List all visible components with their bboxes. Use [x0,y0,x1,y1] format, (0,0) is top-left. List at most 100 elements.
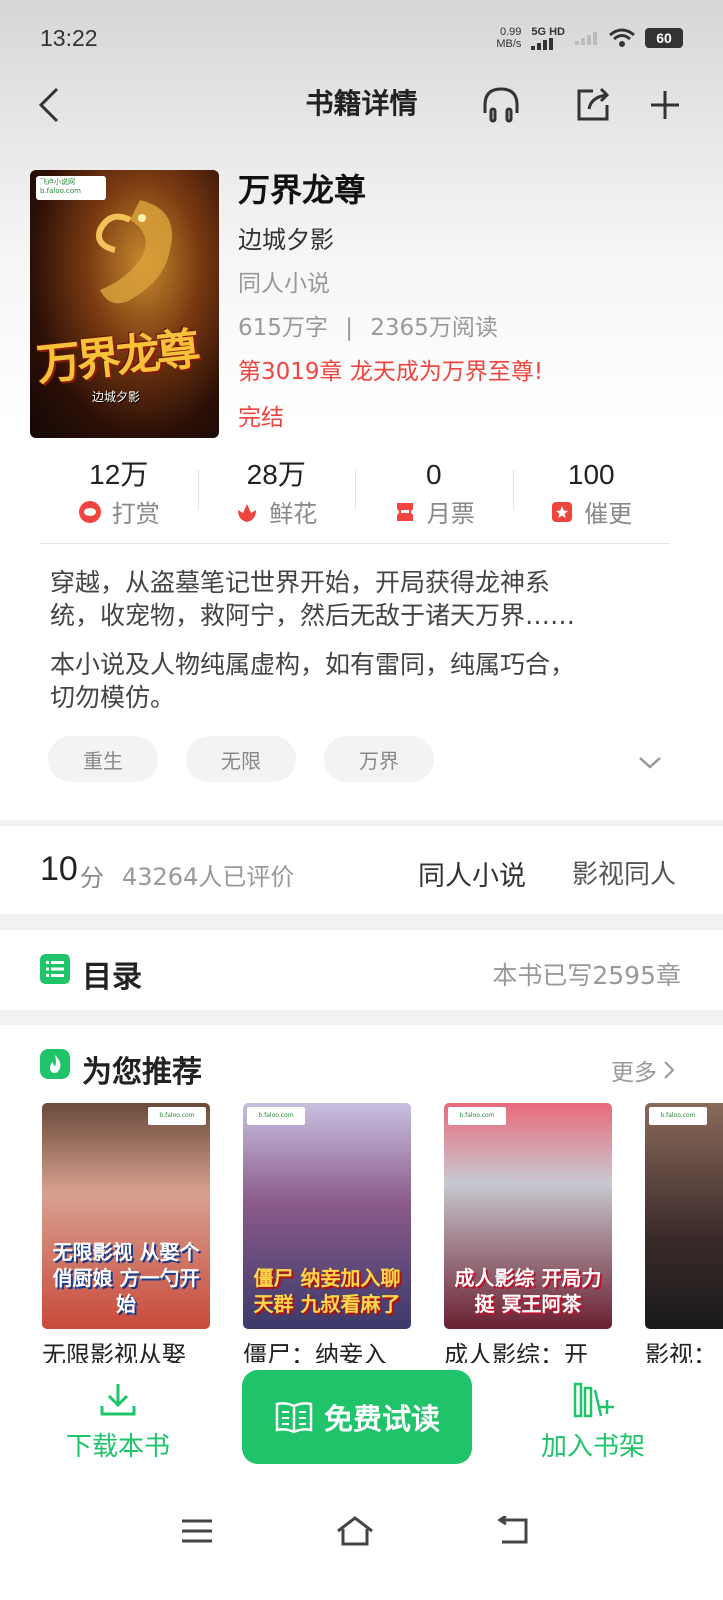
flower-icon [238,503,257,522]
recommend-item[interactable]: b.faloo.com 无限影视 从娶个俏厨娘 方一勺开始 无限影视从娶 [42,1103,210,1363]
nav-bar: 书籍详情 [0,76,723,132]
site-logo-icon: b.faloo.com [448,1107,506,1125]
add-button[interactable] [642,82,688,128]
back-nav-button[interactable] [488,1506,538,1556]
chevron-right-icon [664,1061,675,1079]
chapter-count: 本书已写2595章 [492,961,681,990]
system-nav-bar [0,1480,723,1600]
share-icon [577,87,610,121]
recommend-name: 僵尸：纳妾入 [243,1341,387,1363]
site-logo-icon: b.faloo.com [148,1107,206,1125]
synopsis-line: 统，收宠物，救阿宁，然后无敌于诸天万界…… [50,601,576,630]
book-status: 完结 [238,405,284,431]
counter-label: 月票 [426,500,475,528]
recommend-cover: b.faloo.com 成人影综 开局力挺 冥王阿茶 [444,1103,612,1329]
book-header: 飞卢小说网 b.faloo.com 万界龙尊 边城夕影 万界龙尊 边城夕影 同人… [30,170,693,440]
expand-tags-button[interactable] [636,750,664,774]
urge-update-icon [552,501,573,522]
free-read-label: 免费试读 [323,1402,440,1436]
counter-value: 0 [425,459,442,490]
recommend-cover-text: 成人影综 开局力挺 冥王阿茶 [454,1266,602,1316]
recommend-cover-text: 僵尸 纳妾加入聊天群 九叔看麻了 [253,1266,401,1316]
book-title: 万界龙尊 [238,171,367,209]
recommend-item[interactable]: b.faloo.com 僵尸 纳妾加入聊天群 九叔看麻了 僵尸：纳妾入 [243,1103,411,1363]
more-label: 更多 [611,1060,657,1086]
listen-button[interactable] [478,82,524,128]
flame-icon [40,1049,70,1079]
reward-icon [78,500,101,523]
support-counters: 12万 打赏 28万 鲜花 0 月票 100 催更 [40,458,670,544]
bottom-action-bar: 下载本书 免费试读 加入书架 [0,1370,723,1480]
book-cover[interactable]: 飞卢小说网 b.faloo.com 万界龙尊 边城夕影 [30,170,219,438]
recommend-cover-text: 无限影视 从娶个俏厨娘 方一勺开始 [52,1240,200,1316]
recommend-item[interactable]: b.faloo.com 成人影综 开局力挺 冥王阿茶 成人影综：开 [444,1103,612,1363]
counter-value: 12万 [89,459,149,490]
add-to-shelf-label: 加入书架 [540,1432,645,1462]
recommend-item[interactable]: b.faloo.com 影视： [645,1103,723,1363]
add-icon [651,91,679,119]
signal-icon: 5G HD [531,26,565,50]
counter-flower[interactable]: 28万 鲜花 [197,458,356,543]
counter-label: 鲜花 [269,500,318,528]
open-book-icon [275,1402,313,1434]
category-tag[interactable]: 同人小说 [418,854,526,893]
recommend-section: 为您推荐 更多 b.faloo.com 无限影视 从娶个俏厨娘 方一勺开始 无限… [0,1025,723,1385]
synopsis-line: 穿越，从盗墓笔记世界开始，开局获得龙神系 [50,568,551,597]
download-icon [100,1384,136,1416]
return-icon [497,1516,528,1544]
synopsis[interactable]: 穿越，从盗墓笔记世界开始，开局获得龙神系 统，收宠物，救阿宁，然后无敌于诸天万界… [50,566,680,632]
recommend-cover: b.faloo.com [645,1103,723,1329]
counter-urge-update[interactable]: 100 催更 [512,458,671,543]
book-genre[interactable]: 同人小说 [238,264,688,308]
menu-button[interactable] [172,1506,222,1556]
bookshelf-add-icon [573,1382,614,1418]
site-logo-icon: b.faloo.com [247,1107,305,1125]
network-speed-value: 0.99 [499,26,522,38]
share-button[interactable] [570,82,616,128]
home-icon [337,1516,373,1546]
counter-monthly-ticket[interactable]: 0 月票 [355,458,513,543]
cover-author: 边城夕影 [92,390,141,404]
recommend-cover: b.faloo.com 无限影视 从娶个俏厨娘 方一勺开始 [42,1103,210,1329]
add-to-shelf-button[interactable]: 加入书架 [528,1380,658,1463]
download-button[interactable]: 下载本书 [58,1380,178,1463]
network-type: 5G HD [531,26,565,38]
read-count: 2365万阅读 [370,315,498,341]
headphones-icon [483,87,519,123]
battery-indicator: 60 [645,28,683,48]
dragon-illustration [96,200,172,304]
book-author[interactable]: 边城夕影 [238,220,688,260]
tag-chip[interactable]: 无限 [186,736,296,782]
tag-chip[interactable]: 重生 [48,736,158,782]
free-read-button[interactable]: 免费试读 [242,1370,472,1464]
status-indicators: 0.99 MB/s 5G HD 60 [496,26,683,50]
home-button[interactable] [330,1506,380,1556]
download-label: 下载本书 [65,1432,170,1462]
category-tag[interactable]: 影视同人 [572,854,676,891]
counter-value: 28万 [246,459,306,490]
toc-title: 目录 [82,960,142,995]
tag-list: 重生 无限 万界 [48,736,434,782]
status-time: 13:22 [40,24,98,51]
list-icon [40,954,70,984]
recommend-cover: b.faloo.com 僵尸 纳妾加入聊天群 九叔看麻了 [243,1103,411,1329]
rating-count[interactable]: 43264人已评价 [122,857,294,892]
network-speed-unit: MB/s [496,38,522,50]
table-of-contents-row[interactable]: 目录 本书已写2595章 [0,930,723,1010]
signal-2-icon [575,32,597,45]
counter-label: 催更 [584,500,633,528]
chevron-down-icon [639,757,661,769]
rating-unit: 分 [80,864,104,892]
recommend-list: b.faloo.com 无限影视 从娶个俏厨娘 方一勺开始 无限影视从娶 b.f… [42,1103,723,1363]
disclaimer: 本小说及人物纯属虚构，如有雷同，纯属巧合， 切勿模仿。 [50,648,680,714]
cover-title: 万界龙尊 [34,323,199,392]
site-logo-icon: b.faloo.com [649,1107,707,1125]
counter-reward[interactable]: 12万 打赏 [40,458,198,543]
recommend-name: 无限影视从娶 [42,1341,186,1363]
tag-chip[interactable]: 万界 [324,736,434,782]
rating-section: 10 分 43264人已评价 同人小说 影视同人 [0,826,723,914]
latest-chapter[interactable]: 第3019章 龙天成为万界至尊! [238,352,688,398]
disclaimer-line: 本小说及人物纯属虚构，如有雷同，纯属巧合， [50,650,576,679]
more-button[interactable]: 更多 [611,1053,675,1087]
book-info: 万界龙尊 边城夕影 同人小说 615万字 | 2365万阅读 第3019章 龙天… [238,170,688,438]
